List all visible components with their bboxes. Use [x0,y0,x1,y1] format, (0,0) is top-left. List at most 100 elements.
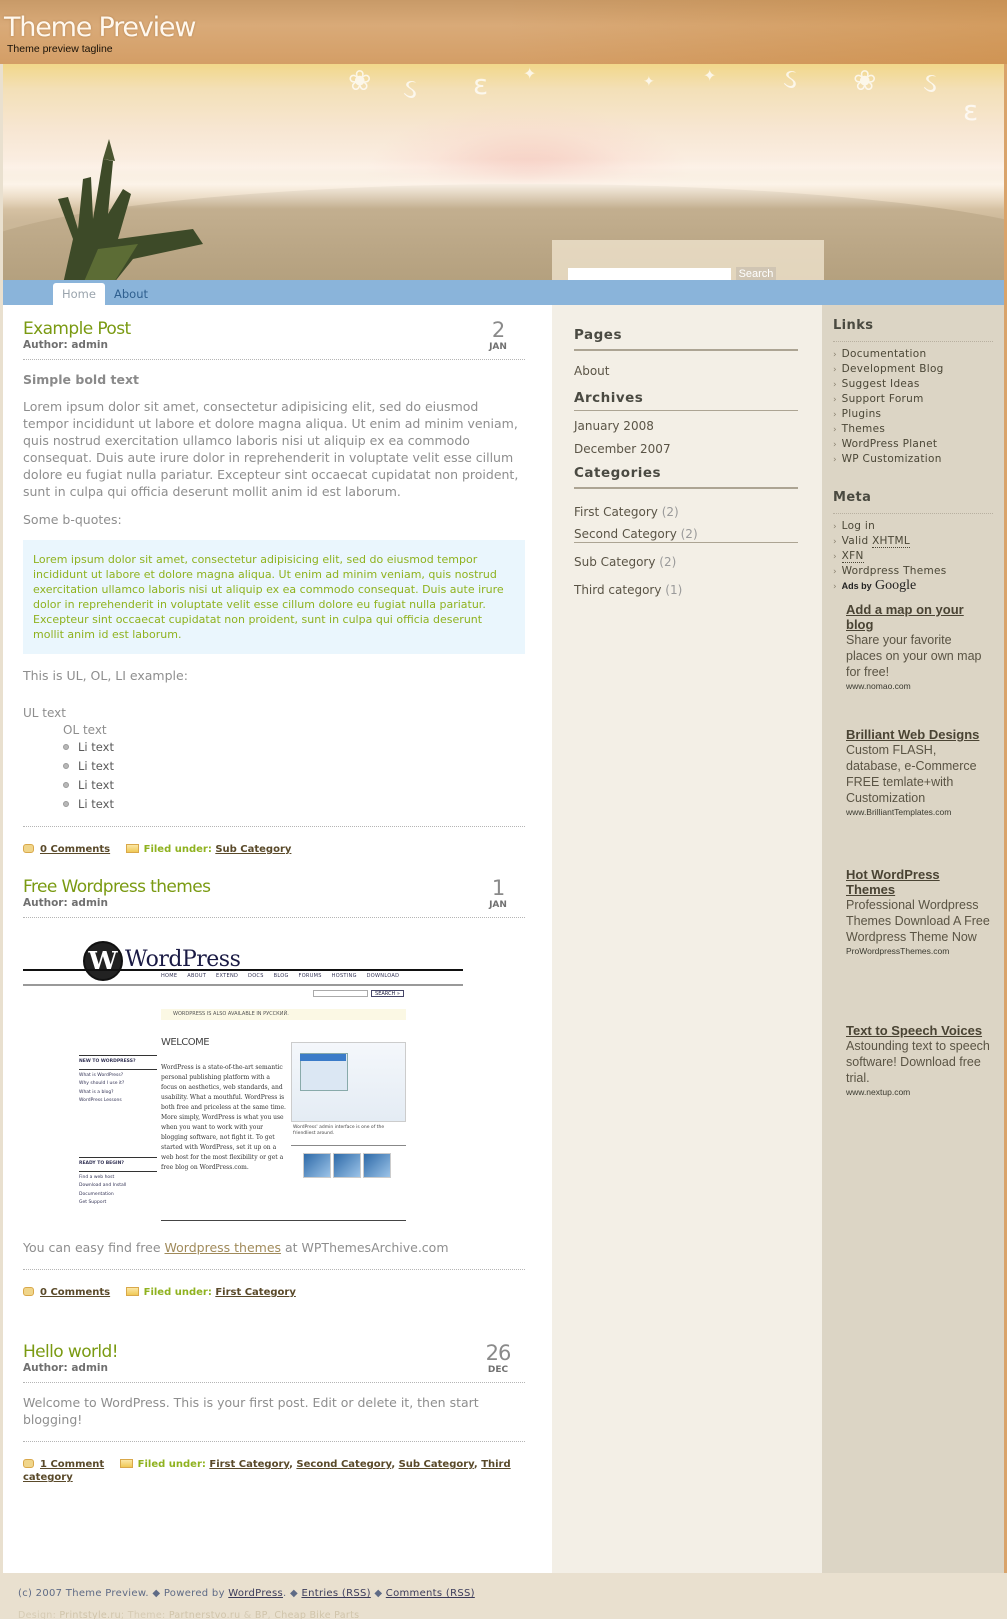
category-link[interactable]: Sub Category [215,844,291,855]
meta-item: › XFN [833,549,998,564]
bullet-icon [63,763,69,769]
link-wp-customization[interactable]: WP Customization [842,453,942,465]
ad-url[interactable]: ProWordpressThemes.com [846,945,991,957]
filed-under-label: Filed under: [137,1459,206,1470]
category-link[interactable]: Third category (1) [574,583,682,597]
post-title[interactable]: Hello world! [23,1342,525,1362]
printstyle-link[interactable]: Printstyle.ru [59,1610,120,1619]
rule [291,1145,406,1146]
screenshot-search-box [313,990,368,997]
ad-url[interactable]: www.BrilliantTemplates.com [846,806,991,818]
swirl-decoration: ε [473,68,489,101]
post-date-day: 1 [491,876,505,900]
screenshot-new-section: NEW TO WORDPRESS? What is WordPress? Why… [79,1055,157,1106]
bold-text: Simple bold text [23,372,139,387]
site-title[interactable]: Theme Preview [4,12,196,43]
ads-by-google[interactable]: › Ads by Google [833,579,998,594]
post-date-month: DEC [487,1365,509,1375]
link-themes[interactable]: Themes [842,423,886,435]
chevron-right-icon: › [833,395,837,405]
wordpress-screenshot-image[interactable]: W WordPress HOME ABOUT EXTEND DOCS BLOG … [23,935,463,1225]
chevron-right-icon: › [833,455,837,465]
sparkle-decoration: ✦ [703,66,717,85]
comments-link[interactable]: 0 Comments [40,844,110,855]
ampersand: & [240,1610,255,1619]
main-content: Example Post Author: admin 2 JAN Simple … [3,305,552,1573]
post-paragraph: Lorem ipsum dolor sit amet, consectetur … [23,399,519,499]
category-link[interactable]: First Category (2) [574,505,679,519]
link-item: › Documentation [833,347,998,362]
valid-xhtml-link[interactable]: Valid XHTML [842,535,910,548]
ad-url[interactable]: www.nextup.com [846,1086,991,1098]
chevron-right-icon: › [833,350,837,360]
main-navigation: Home About [3,280,1004,305]
ad-title-link[interactable]: Add a map on your blog [846,602,991,632]
screenshot-heading: READY TO BEGIN? [79,1157,157,1172]
link-support-forum[interactable]: Support Forum [842,393,924,405]
screenshot-link: Documentation [79,1191,114,1197]
nav-tab-about[interactable]: About [105,283,157,305]
post-author: Author: admin [23,339,108,351]
sidebar-page-about[interactable]: About [574,364,609,378]
ad-title-link[interactable]: Text to Speech Voices [846,1023,991,1038]
driftwood-illustration [58,139,203,280]
login-link[interactable]: Log in [842,520,875,532]
link-documentation[interactable]: Documentation [842,348,927,360]
screenshot-link: What is a blog? [79,1089,114,1095]
xfn-link[interactable]: XFN [841,550,864,563]
comments-link[interactable]: 0 Comments [40,1287,110,1298]
screenshot-nav: HOME ABOUT EXTEND DOCS BLOG FORUMS HOSTI… [161,973,400,979]
partnerstvo-link[interactable]: Partnerstvo.ru [169,1610,241,1619]
ads-by-label: Ads by [841,581,872,591]
comments-rss-link[interactable]: Comments (RSS) [386,1588,475,1599]
link-wordpress-planet[interactable]: WordPress Planet [842,438,938,450]
list-item: Li text [23,757,525,776]
link-plugins[interactable]: Plugins [842,408,882,420]
category-link[interactable]: Sub Category (2) [574,555,676,569]
category-link[interactable]: Second Category (2) [574,527,798,543]
link-item: › WordPress Planet [833,437,998,452]
category-link[interactable]: First Category [215,1287,296,1298]
category-link[interactable]: Second Category [296,1459,391,1470]
bullet-icon [63,744,69,750]
cheap-bike-parts-link[interactable]: Cheap Bike Parts [274,1610,359,1619]
bp-link[interactable]: BP [255,1610,268,1619]
screenshot-heading: NEW TO WORDPRESS? [79,1055,157,1070]
post-author: Author: admin [23,1362,108,1374]
diamond-icon: ◆ [374,1588,383,1599]
ad-title-link[interactable]: Hot WordPress Themes [846,867,991,897]
wordpress-themes-link[interactable]: Wordpress Themes [842,565,947,577]
nav-tab-home[interactable]: Home [53,283,105,305]
comment-icon [23,1459,34,1468]
link-development-blog[interactable]: Development Blog [842,363,944,375]
ad-title-link[interactable]: Brilliant Web Designs [846,727,991,742]
powered-by-text: Powered by [160,1588,229,1599]
ad-url[interactable]: www.nomao.com [846,680,991,692]
category-link[interactable]: Sub Category [399,1459,474,1470]
wordpress-link[interactable]: WordPress [228,1588,283,1599]
bquote-intro: Some b-quotes: [23,512,122,527]
chevron-right-icon: › [833,410,837,420]
comments-link[interactable]: 1 Comment [40,1459,104,1470]
divider [23,826,525,827]
link-item: › Suggest Ideas [833,377,998,392]
meta-heading: Meta [833,490,993,514]
archive-link[interactable]: December 2007 [574,442,671,456]
divider [23,1382,525,1383]
post-title[interactable]: Example Post [23,319,525,339]
post-example: Example Post Author: admin 2 JAN Simple … [23,319,525,856]
post-date-month: JAN [489,900,507,910]
post-date: 26 DEC [481,1342,515,1375]
archive-link[interactable]: January 2008 [574,419,654,433]
post-hello-world: Hello world! Author: admin 26 DEC Welcom… [23,1342,525,1484]
entries-rss-link[interactable]: Entries (RSS) [301,1588,370,1599]
ul-text: UL text [23,706,66,720]
post-title[interactable]: Free Wordpress themes [23,877,525,897]
screenshot-search-button: SEARCH » [371,990,404,997]
link-suggest-ideas[interactable]: Suggest Ideas [842,378,920,390]
link-item: › Themes [833,422,998,437]
category-link[interactable]: First Category [209,1459,289,1470]
wordpress-themes-link[interactable]: Wordpress themes [165,1240,282,1255]
footer-credits: (c) 2007 Theme Preview. ◆ Powered by Wor… [18,1588,475,1599]
site-footer: (c) 2007 Theme Preview. ◆ Powered by Wor… [0,1573,1007,1619]
